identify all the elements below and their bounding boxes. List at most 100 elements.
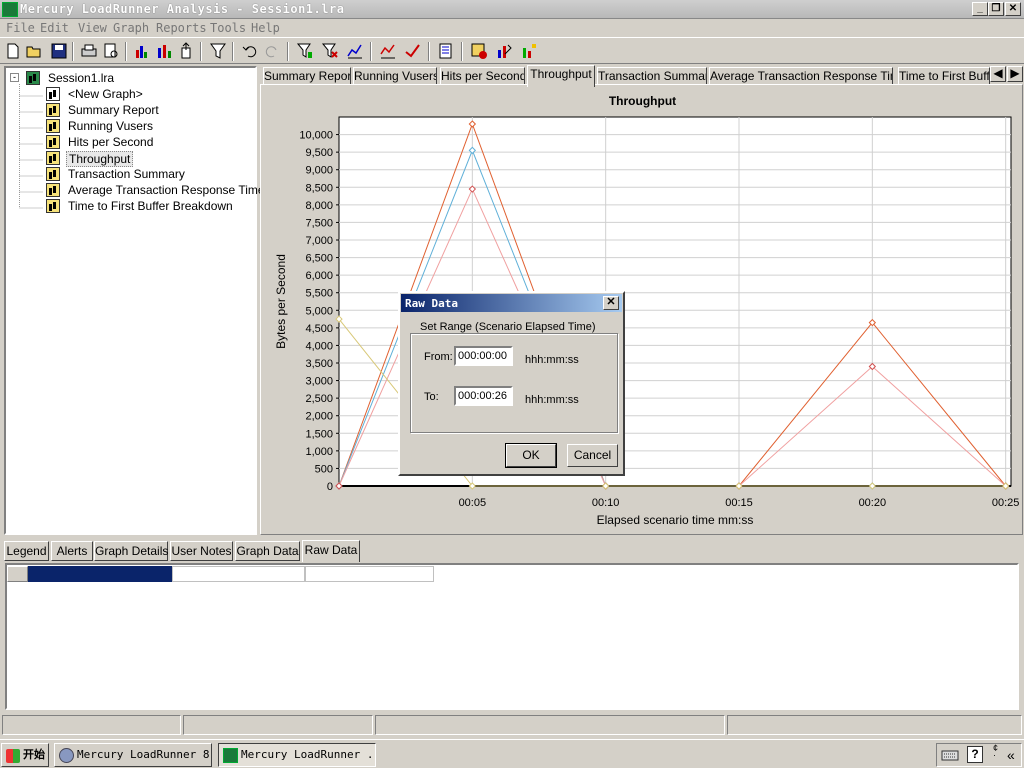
status-bar (0, 715, 1024, 737)
y-tick-label: 6,500 (305, 253, 333, 265)
session-icon (26, 71, 40, 85)
tab-alerts[interactable]: Alerts (51, 541, 93, 561)
grid-header-cell[interactable] (172, 566, 305, 582)
grid-corner[interactable] (7, 566, 28, 582)
set-range-label: Set Range (Scenario Elapsed Time) (418, 321, 598, 333)
dialog-close-button[interactable]: ✕ (603, 296, 619, 310)
filter-icon[interactable] (209, 42, 227, 60)
tree-item-hits-per-second[interactable]: Hits per Second (46, 134, 246, 150)
ime-mode-icon[interactable]: ¢ · (993, 744, 998, 760)
export-icon[interactable] (177, 42, 195, 60)
graph-settings-icon[interactable] (520, 42, 538, 60)
graph-icon (46, 151, 60, 165)
help-icon[interactable]: ? (967, 746, 983, 763)
y-tick-label: 8,000 (305, 200, 333, 212)
y-tick-label: 1,500 (305, 428, 333, 440)
menu-edit[interactable]: Edit (40, 21, 69, 35)
tab-scroll-right-button[interactable]: ▶ (1007, 66, 1023, 82)
redo-icon[interactable] (263, 42, 281, 60)
tab-graph-data[interactable]: Graph Data (235, 541, 300, 561)
close-button[interactable]: ✕ (1005, 2, 1021, 16)
y-tick-label: 8,500 (305, 182, 333, 194)
report-graph-icon (46, 103, 60, 117)
tree-item-time-to-first-buffer[interactable]: Time to First Buffer Breakdown (46, 198, 246, 214)
correlate-icon[interactable] (379, 42, 397, 60)
y-tick-label: 5,000 (305, 305, 333, 317)
throughput-chart: 0 500 1,000 1,500 2,000 2,500 3,000 3,500 4,000 4… (274, 116, 1019, 527)
add-graph-icon[interactable] (133, 42, 151, 60)
tree-item-new-graph[interactable]: <New Graph> (46, 86, 246, 102)
menu-file[interactable]: File (6, 21, 35, 35)
x-tick-label: 00:15 (725, 497, 753, 509)
taskbar-item-analysis[interactable]: Mercury LoadRunner ... (218, 743, 376, 767)
tree-item-avg-transaction-response-time[interactable]: Average Transaction Response Time (46, 182, 265, 198)
grid-header-cell[interactable] (305, 566, 434, 582)
y-tick-label: 5,500 (305, 288, 333, 300)
y-axis-label: Bytes per Second (274, 254, 288, 349)
loadrunner-icon (59, 748, 74, 763)
y-tick-label: 1,000 (305, 446, 333, 458)
menu-bar: File Edit View Graph Reports Tools Help (0, 19, 1024, 37)
to-time-input[interactable]: 000:00:26 (454, 386, 513, 406)
x-axis-label: Elapsed scenario time mm:ss (597, 513, 754, 527)
auto-correlate-icon[interactable] (404, 42, 422, 60)
tree-item-running-vusers[interactable]: Running Vusers (46, 118, 246, 134)
cancel-button[interactable]: Cancel (567, 444, 618, 467)
y-tick-label: 4,500 (305, 323, 333, 335)
y-tick-label: 7,000 (305, 235, 333, 247)
window-title: Mercury LoadRunner Analysis - Session1.l… (20, 2, 345, 16)
from-time-input[interactable]: 000:00:00 (454, 346, 513, 366)
y-tick-label: 3,500 (305, 358, 333, 370)
y-tick-label: 3,000 (305, 376, 333, 388)
save-icon[interactable] (50, 42, 68, 60)
grid-header-cell-selected[interactable] (28, 566, 172, 582)
tray-expand-icon[interactable]: « (1007, 747, 1015, 763)
session-info-icon[interactable] (470, 42, 488, 60)
menu-help[interactable]: Help (251, 21, 280, 35)
print-preview-icon[interactable] (102, 42, 120, 60)
y-tick-label: 2,500 (305, 393, 333, 405)
tab-raw-data[interactable]: Raw Data (302, 540, 360, 562)
tree-item-transaction-summary[interactable]: Transaction Summary (46, 166, 246, 182)
new-graph-icon (46, 87, 60, 101)
new-icon[interactable] (4, 42, 22, 60)
filter-graph-icon[interactable] (296, 42, 314, 60)
print-icon[interactable] (80, 42, 98, 60)
to-label: To: (424, 391, 439, 403)
raw-data-dialog: Raw Data ✕ Set Range (Scenario Elapsed T… (398, 291, 625, 476)
y-tick-label: 4,000 (305, 340, 333, 352)
undo-icon[interactable] (241, 42, 259, 60)
status-cell (2, 715, 181, 735)
menu-view[interactable]: View (78, 21, 107, 35)
tab-throughput[interactable]: Throughput (527, 65, 595, 87)
start-button[interactable]: 开始 (1, 743, 49, 767)
tab-user-notes[interactable]: User Notes (170, 541, 233, 561)
tab-legend[interactable]: Legend (4, 541, 49, 561)
report-icon[interactable] (437, 42, 455, 60)
keyboard-icon[interactable] (941, 748, 959, 762)
collapse-icon[interactable]: - (10, 73, 19, 82)
windows-logo-icon (6, 749, 20, 763)
graph-properties-icon[interactable] (495, 42, 513, 60)
tab-scroll-left-button[interactable]: ◀ (990, 66, 1006, 82)
menu-reports[interactable]: Reports (156, 21, 207, 35)
from-format-hint: hhh:mm:ss (525, 354, 579, 366)
clear-filter-icon[interactable] (321, 42, 339, 60)
menu-graph[interactable]: Graph (113, 21, 149, 35)
graph-icon[interactable] (155, 42, 173, 60)
merge-graphs-icon[interactable] (346, 42, 364, 60)
y-tick-label: 500 (315, 463, 333, 475)
open-icon[interactable] (25, 42, 43, 60)
tree-item-throughput[interactable]: Throughput (46, 150, 246, 167)
y-tick-label: 10,000 (299, 130, 333, 142)
ok-button[interactable]: OK (505, 443, 557, 468)
tree-item-summary-report[interactable]: Summary Report (46, 102, 246, 118)
analysis-icon (223, 748, 238, 763)
minimize-button[interactable]: _ (972, 2, 988, 16)
from-label: From: (424, 351, 453, 363)
tab-graph-details[interactable]: Graph Details (94, 541, 168, 561)
set-range-group (410, 333, 618, 433)
menu-tools[interactable]: Tools (210, 21, 246, 35)
restore-button[interactable]: ❐ (988, 2, 1004, 16)
taskbar-item-loadrunner[interactable]: Mercury LoadRunner 8.1 (54, 743, 212, 767)
